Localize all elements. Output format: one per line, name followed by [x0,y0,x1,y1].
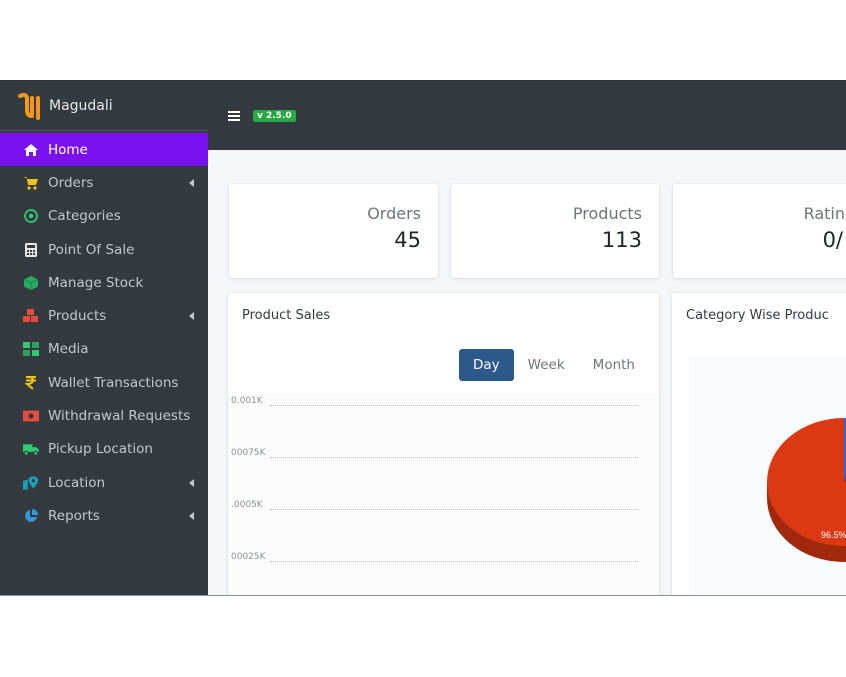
cube-icon [23,275,39,291]
sidebar-item-reports[interactable]: Reports [0,499,208,532]
pie-data-label: 96.5% [821,530,846,540]
sidebar-item-orders[interactable]: Orders [0,166,208,199]
sidebar-item-label: Location [48,474,106,491]
stat-value: 113 [601,228,642,252]
y-tick-label: 00025K [231,552,266,562]
sidebar-item-pickup-location[interactable]: Pickup Location [0,433,208,466]
version-badge: v 2.5.0 [253,110,296,122]
sidebar-item-label: Manage Stock [48,274,144,291]
sidebar-item-label: Point Of Sale [48,241,135,258]
category-pie-chart: 96.5% [689,354,846,594]
cubes-icon [23,308,39,324]
sidebar-item-label: Reports [48,507,100,524]
brand-name: Magudali [49,97,113,114]
period-tabs: Day Week Month [459,349,649,381]
sidebar-item-point-of-sale[interactable]: Point Of Sale [0,233,208,266]
pie-svg: 96.5% [767,418,846,562]
calculator-icon [23,242,39,258]
sidebar-item-label: Orders [48,174,94,191]
stat-card-ratings[interactable]: Ratin 0/ [673,184,846,278]
gridline [270,457,638,458]
chevron-left-icon [189,478,194,487]
sidebar-item-wallet-transactions[interactable]: Wallet Transactions [0,366,208,399]
hamburger-menu-icon[interactable] [228,111,240,121]
sidebar-item-withdrawal-requests[interactable]: Withdrawal Requests [0,399,208,432]
gridline [270,405,638,406]
y-tick-label: 00075K [231,448,266,458]
pie-chart-icon [23,508,39,524]
dashboard-window: Magudali Home Orders Categories Point Of… [0,80,846,596]
cart-icon [23,175,39,191]
sidebar-menu: Home Orders Categories Point Of Sale Man… [0,133,208,533]
sidebar-item-label: Products [48,308,107,325]
category-chart-card: Category Wise Produc 96.5% [672,293,846,595]
product-sales-chart: 0.001K 00075K .0005K 00025K [228,393,659,595]
card-title: Product Sales [242,308,331,323]
y-tick-label: .0005K [231,500,263,510]
tab-week[interactable]: Week [514,349,579,381]
sidebar-item-home[interactable]: Home [0,133,208,167]
brand-logo [17,92,43,120]
top-navbar: v 2.5.0 [208,81,846,150]
money-bill-icon [23,408,39,424]
card-title: Category Wise Produc [686,308,829,323]
sidebar-item-label: Wallet Transactions [48,374,179,391]
sidebar-item-categories[interactable]: Categories [0,200,208,233]
sidebar: Magudali Home Orders Categories Point Of… [0,81,208,595]
y-tick-label: 0.001K [231,396,263,406]
stat-label: Orders [367,204,421,223]
chevron-left-icon [189,511,194,520]
rupee-icon [23,375,39,391]
truck-icon [23,441,39,457]
home-icon [23,142,39,158]
target-icon [23,208,39,224]
stat-card-orders[interactable]: Orders 45 [229,184,438,278]
stat-label: Products [572,204,642,223]
sidebar-item-manage-stock[interactable]: Manage Stock [0,266,208,299]
photo-icon [23,341,39,357]
sidebar-item-location[interactable]: Location [0,466,208,499]
gridline [270,509,638,510]
tab-month[interactable]: Month [579,349,649,381]
gridline [270,561,638,562]
sidebar-item-label: Home [48,141,88,158]
sidebar-item-products[interactable]: Products [0,299,208,332]
stat-card-products[interactable]: Products 113 [451,184,659,278]
tab-day[interactable]: Day [459,349,514,381]
sidebar-item-label: Withdrawal Requests [48,408,191,425]
stat-value: 0/ [822,228,843,252]
stat-label: Ratin [803,204,845,223]
brand[interactable]: Magudali [0,81,208,131]
stat-value: 45 [394,228,421,252]
sidebar-item-label: Categories [48,208,121,225]
chevron-left-icon [189,178,194,187]
sidebar-item-label: Pickup Location [48,441,153,458]
chevron-left-icon [189,312,194,321]
sidebar-item-media[interactable]: Media [0,333,208,366]
sidebar-item-label: Media [48,341,89,358]
product-sales-card: Product Sales Day Week Month 0.001K 0007… [228,293,659,595]
map-marker-icon [23,475,39,491]
